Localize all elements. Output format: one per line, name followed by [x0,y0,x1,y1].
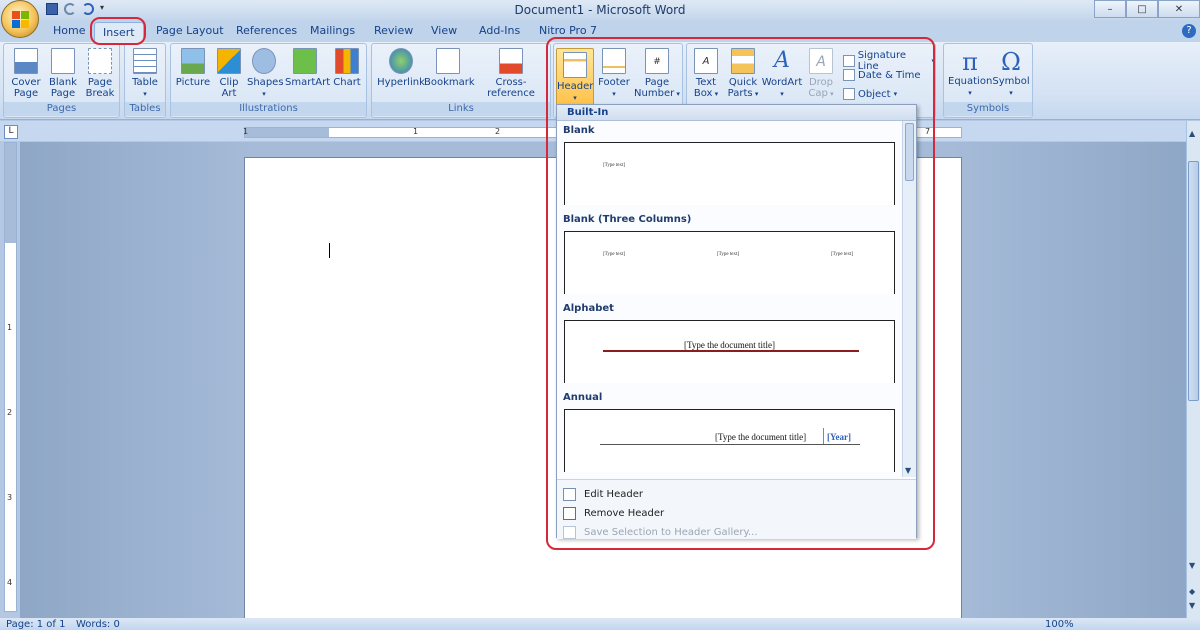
chart-label: Chart [333,77,361,88]
picture-button[interactable]: Picture [175,48,211,88]
tab-nitro-pro[interactable]: Nitro Pro 7 [539,24,597,37]
smartart-label: SmartArt [285,77,331,88]
zoom-level[interactable]: 100% [1045,619,1074,630]
cover-page-icon [14,48,38,74]
smartart-icon [293,48,317,74]
tab-selector[interactable]: L [4,125,18,139]
cover-page-label-2: Page [13,88,39,99]
vertical-ruler[interactable]: 1 2 3 4 [4,142,17,612]
chart-icon [335,48,359,74]
tab-page-layout[interactable]: Page Layout [156,24,224,37]
office-logo-icon [12,11,30,29]
group-symbols: π Equation ▾ Ω Symbol ▾ Symbols [943,43,1033,118]
equation-label: Equation [948,76,993,87]
cross-reference-button[interactable]: Cross-reference [474,48,548,99]
status-bar: Page: 1 of 1 Words: 0 100% [0,618,1200,630]
blank-page-label-2: Page [50,88,76,99]
links-group-label: Links [372,102,550,116]
tab-mailings[interactable]: Mailings [310,24,355,37]
title-bar: ▾ Document1 - Microsoft Word – □ ✕ [0,0,1200,20]
vruler-number: 4 [7,578,13,587]
group-tables: Table ▾ Tables [124,43,166,118]
word-count: Words: 0 [76,619,120,630]
table-icon [133,48,157,74]
shapes-button[interactable]: Shapes ▾ [247,48,284,100]
office-button[interactable] [1,0,39,38]
bookmark-label: Bookmark [424,77,475,88]
omega-icon: Ω [1001,48,1021,76]
close-button[interactable]: ✕ [1158,0,1200,18]
tab-references[interactable]: References [236,24,297,37]
table-label: Table [132,77,158,88]
tab-home[interactable]: Home [53,24,85,37]
shapes-label: Shapes [247,77,284,88]
group-pages: Cover Page Blank Page Page Break Pages [3,43,120,118]
hyperlink-label: Hyperlink [377,77,425,88]
blank-page-button[interactable]: Blank Page [47,48,79,99]
equation-button[interactable]: π Equation ▾ [948,48,992,99]
window-controls: – □ ✕ [1094,0,1200,18]
clip-art-button[interactable]: Clip Art [215,48,243,99]
cover-page-button[interactable]: Cover Page [10,48,42,99]
page-break-label-1: Page [87,77,113,88]
scroll-up-icon[interactable]: ▲ [1189,129,1195,138]
smartart-button[interactable]: SmartArt [285,48,330,88]
clip-art-label-2: Art [221,88,237,99]
header-gallery-highlight [546,37,935,550]
symbol-button[interactable]: Ω Symbol ▾ [992,48,1030,99]
vruler-number: 3 [7,493,13,502]
pi-icon: π [962,48,978,76]
bookmark-icon [436,48,460,74]
pages-group-label: Pages [4,102,119,116]
group-illustrations: Picture Clip Art Shapes ▾ SmartArt Chart … [170,43,367,118]
vruler-number: 1 [7,323,13,332]
text-cursor [329,243,330,258]
scroll-thumb[interactable] [1188,161,1199,401]
page-count: Page: 1 of 1 [6,619,66,630]
cross-reference-icon [499,48,523,74]
insert-tab-highlight [90,17,146,45]
page-break-label-2: Break [85,88,115,99]
page-break-button[interactable]: Page Break [84,48,116,99]
window-title: Document1 - Microsoft Word [514,3,686,17]
illustrations-group-label: Illustrations [171,102,366,116]
shapes-icon [252,48,276,74]
picture-label: Picture [175,77,211,88]
blank-page-icon [51,48,75,74]
hyperlink-button[interactable]: Hyperlink [376,48,426,88]
prev-page-icon[interactable]: ◆ [1189,587,1195,596]
group-links: Hyperlink Bookmark Cross-reference Links [371,43,551,118]
tab-review[interactable]: Review [374,24,413,37]
symbol-label: Symbol [992,76,1030,87]
ruler-number: 2 [495,127,501,136]
cross-reference-label: Cross-reference [487,77,535,99]
picture-icon [181,48,205,74]
ruler-number: 1 [243,127,249,136]
cover-page-label-1: Cover [11,77,41,88]
blank-page-label-1: Blank [49,77,77,88]
tab-add-ins[interactable]: Add-Ins [479,24,520,37]
vruler-number: 2 [7,408,13,417]
page-break-icon [88,48,112,74]
help-icon[interactable]: ? [1182,24,1196,38]
scroll-down-icon[interactable]: ▼ [1189,561,1195,570]
minimize-button[interactable]: – [1094,0,1126,18]
restore-button[interactable]: □ [1126,0,1158,18]
symbols-group-label: Symbols [944,102,1032,116]
bookmark-button[interactable]: Bookmark [424,48,475,88]
clip-art-icon [217,48,241,74]
tab-view[interactable]: View [431,24,457,37]
vertical-scrollbar[interactable]: ▲ ▼ ◆ ▼ [1186,121,1200,618]
table-button[interactable]: Table ▾ [129,48,161,100]
ruler-number: 1 [413,127,419,136]
chart-button[interactable]: Chart [331,48,363,88]
next-page-icon[interactable]: ▼ [1189,601,1195,610]
globe-icon [389,48,413,74]
clip-art-label-1: Clip [219,77,239,88]
tables-group-label: Tables [125,102,165,116]
